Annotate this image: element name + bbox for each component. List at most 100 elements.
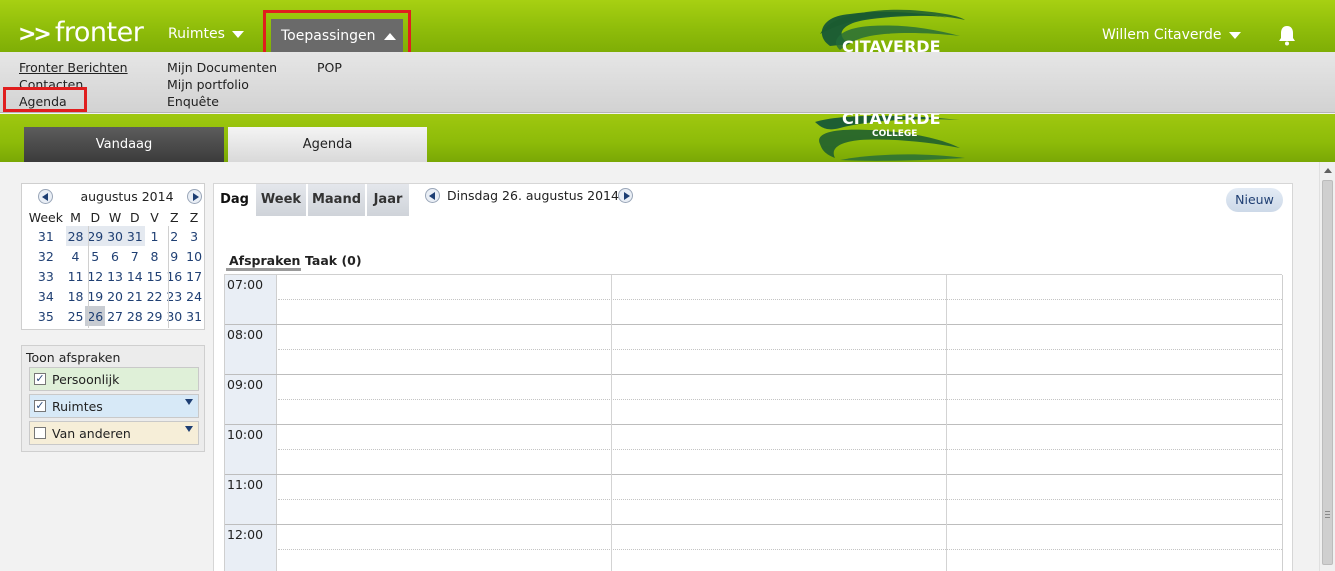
citaverde-logo-bottom: CITAVERDE COLLEGE: [815, 114, 965, 161]
chevron-down-icon[interactable]: [185, 426, 193, 432]
dropdown-column-2: Mijn Documenten Mijn portfolio Enquête: [167, 59, 277, 110]
view-tab-jaar[interactable]: Jaar: [367, 184, 409, 216]
menu-item-mijn-portfolio[interactable]: Mijn portfolio: [167, 76, 277, 93]
checkbox-van-anderen[interactable]: [34, 427, 46, 439]
mini-calendar-grid: Week M D W D V Z Z 31 28 29 30 31 1 2 3 …: [26, 208, 204, 326]
day-cell[interactable]: 31: [184, 306, 204, 326]
day-cell[interactable]: 28: [65, 226, 86, 246]
mini-calendar-header: augustus 2014: [22, 188, 206, 206]
mini-calendar-week-row: 34 18 19 20 21 22 23 24: [26, 286, 204, 306]
filter-ruimtes[interactable]: ✓ Ruimtes: [29, 394, 199, 418]
next-month-button[interactable]: [187, 189, 202, 204]
brand-text-line2: COLLEGE: [872, 129, 917, 139]
arrow-left-icon: [429, 192, 435, 200]
view-tab-week[interactable]: Week: [256, 184, 306, 216]
menu-item-pop[interactable]: POP: [317, 59, 342, 76]
chevron-up-icon: [383, 32, 396, 40]
mini-calendar-week-row: 32 4 5 6 7 8 9 10: [26, 246, 204, 266]
prev-month-button[interactable]: [38, 189, 53, 204]
chevron-down-icon[interactable]: [185, 399, 193, 405]
menu-item-fronter-berichten[interactable]: Fronter Berichten: [19, 59, 128, 76]
day-cell[interactable]: 13: [105, 266, 125, 286]
toon-afspraken-title: Toon afspraken: [26, 350, 121, 365]
mini-calendar-week-row: 31 28 29 30 31 1 2 3: [26, 226, 204, 246]
day-cell[interactable]: 31: [124, 226, 145, 246]
day-cell[interactable]: 20: [105, 286, 125, 306]
day-cell[interactable]: 21: [125, 286, 145, 306]
grip-line: [1325, 511, 1330, 512]
scrollbar-thumb[interactable]: [1322, 180, 1333, 565]
week-number[interactable]: 31: [26, 226, 66, 246]
day-cell[interactable]: 1: [145, 226, 165, 246]
day-cell[interactable]: 30: [105, 226, 125, 246]
day-cell[interactable]: 6: [105, 246, 125, 266]
day-header: V: [150, 209, 159, 225]
hour-line: [225, 324, 1282, 325]
day-cell[interactable]: 7: [125, 246, 145, 266]
divider: [168, 226, 169, 328]
day-cell[interactable]: 3: [184, 226, 204, 246]
day-cell[interactable]: 15: [145, 266, 165, 286]
day-cell[interactable]: 22: [145, 286, 165, 306]
day-cell[interactable]: 14: [125, 266, 145, 286]
chevron-down-icon: [231, 30, 244, 38]
next-day-button[interactable]: [618, 188, 633, 203]
day-cell[interactable]: 4: [66, 246, 86, 266]
subtab-afspraken[interactable]: Afspraken: [229, 253, 300, 268]
tab-agenda[interactable]: Agenda: [228, 127, 427, 162]
fronter-logo[interactable]: >> fronter: [18, 18, 144, 50]
week-header: Week: [28, 209, 63, 225]
menu-item-enquete[interactable]: Enquête: [167, 93, 277, 110]
view-tab-dag[interactable]: Dag: [215, 184, 254, 216]
week-number[interactable]: 35: [26, 306, 66, 326]
day-cell[interactable]: 24: [184, 286, 204, 306]
week-number[interactable]: 33: [26, 266, 66, 286]
filter-van-anderen[interactable]: Van anderen: [29, 421, 199, 445]
scroll-up-icon[interactable]: [1324, 168, 1332, 173]
mini-calendar-week-row: 33 11 12 13 14 15 16 17: [26, 266, 204, 286]
day-cell[interactable]: 10: [184, 246, 204, 266]
nav-toepassingen[interactable]: Toepassingen: [271, 19, 403, 53]
divider: [88, 226, 89, 328]
day-cell[interactable]: 28: [125, 306, 145, 326]
subtab-taak[interactable]: Taak (0): [305, 253, 362, 268]
day-header: W: [108, 209, 122, 225]
half-hour-line: [278, 499, 1282, 500]
new-button[interactable]: Nieuw: [1226, 188, 1283, 212]
day-cell[interactable]: 11: [66, 266, 86, 286]
checkbox-ruimtes[interactable]: ✓: [34, 400, 46, 412]
half-hour-line: [278, 549, 1282, 550]
half-hour-line: [278, 299, 1282, 300]
hour-label: 11:00: [227, 477, 264, 492]
day-header: Z: [169, 209, 179, 225]
grip-line: [1325, 517, 1330, 518]
menu-item-mijn-documenten[interactable]: Mijn Documenten: [167, 59, 277, 76]
hour-line: [225, 524, 1282, 525]
day-header: M: [70, 209, 81, 225]
page-scrollbar[interactable]: [1319, 162, 1335, 571]
day-cell[interactable]: 18: [66, 286, 86, 306]
bell-icon[interactable]: [1276, 24, 1298, 46]
day-cell[interactable]: 17: [184, 266, 204, 286]
citaverde-logo: CITAVERDE: [820, 9, 965, 52]
nav-ruimtes[interactable]: Ruimtes: [168, 26, 244, 42]
day-cell[interactable]: 29: [145, 306, 165, 326]
day-header: Z: [189, 209, 199, 225]
day-cell[interactable]: 27: [105, 306, 125, 326]
user-menu[interactable]: Willem Citaverde: [1102, 27, 1241, 43]
view-tab-maand[interactable]: Maand: [308, 184, 365, 216]
arrow-left-icon: [42, 193, 48, 201]
checkbox-persoonlijk[interactable]: ✓: [34, 373, 46, 385]
tab-vandaag[interactable]: Vandaag: [24, 127, 224, 162]
half-hour-line: [278, 349, 1282, 350]
dropdown-column-3: POP: [317, 59, 342, 76]
week-number[interactable]: 32: [26, 246, 66, 266]
prev-day-button[interactable]: [425, 188, 440, 203]
day-grid[interactable]: 07:00 08:00 09:00 10:00 11:00 12:00: [224, 274, 1283, 571]
day-cell[interactable]: 8: [145, 246, 165, 266]
chevron-down-icon: [1228, 31, 1241, 39]
day-cell[interactable]: 25: [66, 306, 86, 326]
week-number[interactable]: 34: [26, 286, 66, 306]
filter-persoonlijk[interactable]: ✓ Persoonlijk: [29, 367, 199, 391]
hour-label: 08:00: [227, 327, 264, 342]
